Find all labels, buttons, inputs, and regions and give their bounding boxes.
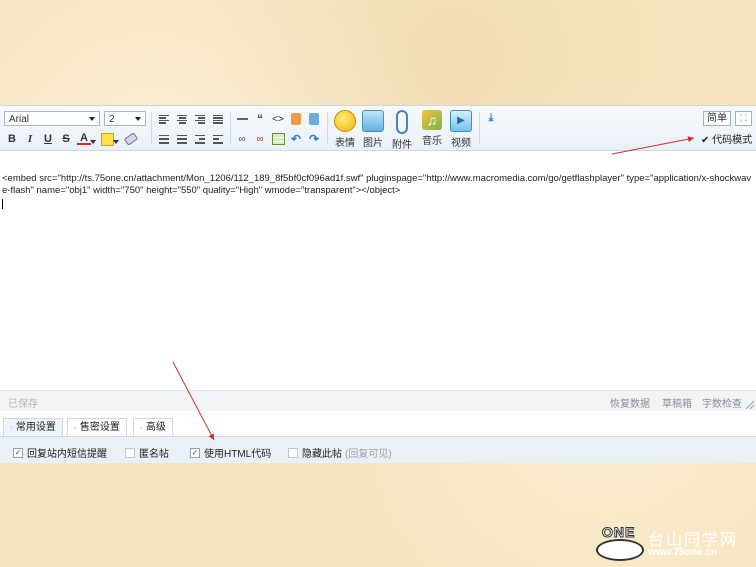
emoticon-button[interactable]: 表情 xyxy=(331,110,359,149)
link-icon[interactable]: ∞ xyxy=(235,132,249,146)
unlink-icon[interactable]: ∞ xyxy=(253,132,267,146)
paperclip-icon xyxy=(396,110,408,134)
background-color-dropdown-icon[interactable] xyxy=(113,135,119,149)
option-hide-post[interactable]: 隐藏此帖 (回复可见) xyxy=(288,445,392,460)
editor-code-text: <embed src="http://ts.75one.cn/attachmen… xyxy=(2,173,752,196)
image-label: 图片 xyxy=(363,138,383,149)
tab-advanced-label: 高级 xyxy=(145,422,166,433)
tab-sale-settings[interactable]: ◦ 售密设置 xyxy=(67,418,127,437)
tab-common-settings[interactable]: ◦ 常用设置 xyxy=(3,418,63,437)
align-left-icon[interactable] xyxy=(157,112,171,126)
draft-box-link[interactable]: 草稿箱 xyxy=(662,395,692,410)
site-url-text: www.75one.cn xyxy=(648,547,718,558)
simple-mode-button[interactable]: 简单 xyxy=(703,111,731,126)
eraser-icon[interactable] xyxy=(123,132,139,146)
image-icon xyxy=(362,110,384,132)
globe-icon xyxy=(596,539,644,561)
outdent-icon[interactable] xyxy=(193,132,207,146)
redo-icon[interactable]: ↷ xyxy=(307,132,321,146)
saved-status: 已保存 xyxy=(8,399,38,410)
editor-statusbar: 已保存 恢复数据 草稿箱 字数检查 xyxy=(0,390,756,411)
reply-notify-label: 回复站内短信提醒 xyxy=(27,449,107,460)
video-label: 视频 xyxy=(451,138,471,149)
font-color-icon[interactable]: A xyxy=(77,132,91,145)
quote-icon[interactable]: “ xyxy=(253,112,267,126)
image-button[interactable]: 图片 xyxy=(359,110,387,149)
site-watermark-logo: ONE 台山同学网 www.75one.cn xyxy=(596,523,756,563)
attachment-label: 附件 xyxy=(392,140,412,151)
align-right-icon[interactable] xyxy=(193,112,207,126)
undo-icon[interactable]: ↶ xyxy=(289,132,303,146)
text-caret xyxy=(2,199,3,209)
ordered-list-icon[interactable] xyxy=(157,132,171,146)
option-use-html[interactable]: ✓ 使用HTML代码 xyxy=(190,445,271,460)
font-size-value: 2 xyxy=(109,114,115,125)
music-icon: ♫ xyxy=(422,110,442,130)
paste-word-icon[interactable] xyxy=(289,112,303,126)
resize-handle-icon[interactable] xyxy=(746,401,754,409)
settings-tabs: ◦ 常用设置 ◦ 售密设置 ◦ 高级 xyxy=(0,411,756,437)
horizontal-rule-icon[interactable] xyxy=(235,112,249,126)
underline-icon[interactable]: U xyxy=(41,132,55,146)
font-size-select[interactable]: 2 xyxy=(104,111,146,126)
video-icon: ▶ xyxy=(450,110,472,132)
indent-icon[interactable] xyxy=(211,132,225,146)
insert-more-icon[interactable]: ⤓ xyxy=(484,111,498,125)
tab-sale-label: 售密设置 xyxy=(79,422,120,433)
smiley-icon xyxy=(334,110,356,132)
code-icon[interactable]: <> xyxy=(271,112,285,126)
tab-advanced[interactable]: ◦ 高级 xyxy=(133,418,173,437)
anonymous-checkbox[interactable] xyxy=(125,447,135,458)
background-color-icon[interactable] xyxy=(100,132,114,146)
hide-post-note: (回复可见) xyxy=(345,449,392,460)
code-mode-label: 代码模式 xyxy=(712,135,753,146)
fullscreen-icon[interactable]: ⛶ xyxy=(735,111,752,126)
restore-data-link[interactable]: 恢复数据 xyxy=(610,395,650,410)
post-editor: Arial 2 “ <> B I U S A ∞ ∞ ↶ ↷ 表情 图片 附件 … xyxy=(0,105,756,413)
tab-common-label: 常用设置 xyxy=(15,422,56,433)
italic-icon[interactable]: I xyxy=(23,132,37,146)
use-html-label: 使用HTML代码 xyxy=(204,449,272,460)
align-justify-icon[interactable] xyxy=(211,112,225,126)
option-reply-notify[interactable]: ✓ 回复站内短信提醒 xyxy=(13,445,107,460)
anonymous-label: 匿名帖 xyxy=(139,449,169,460)
unordered-list-icon[interactable] xyxy=(175,132,189,146)
editor-content[interactable]: <embed src="http://ts.75one.cn/attachmen… xyxy=(2,173,754,209)
post-options: ✓ 回复站内短信提醒 匿名帖 ✓ 使用HTML代码 隐藏此帖 (回复可见) xyxy=(0,436,756,463)
logo-one-text: ONE xyxy=(601,524,636,541)
font-family-select[interactable]: Arial xyxy=(4,111,100,126)
hide-post-checkbox[interactable] xyxy=(288,447,298,458)
table-icon[interactable] xyxy=(271,132,285,146)
code-mode-check-icon: ✔ xyxy=(701,135,710,146)
music-label: 音乐 xyxy=(422,136,442,147)
editor-toolbar: Arial 2 “ <> B I U S A ∞ ∞ ↶ ↷ 表情 图片 附件 … xyxy=(0,106,756,151)
code-mode-toggle[interactable]: ✔ 代码模式 xyxy=(701,131,752,146)
reply-notify-checkbox[interactable]: ✓ xyxy=(13,447,23,458)
video-button[interactable]: ▶ 视频 xyxy=(447,110,475,149)
strikethrough-icon[interactable]: S xyxy=(59,132,73,146)
hide-post-label: 隐藏此帖 xyxy=(302,449,342,460)
bold-icon[interactable]: B xyxy=(5,132,19,146)
attachment-button[interactable]: 附件 xyxy=(388,110,416,151)
font-color-dropdown-icon[interactable] xyxy=(90,135,96,149)
paste-text-icon[interactable] xyxy=(307,112,321,126)
emoticon-label: 表情 xyxy=(335,138,355,149)
align-center-icon[interactable] xyxy=(175,112,189,126)
font-family-value: Arial xyxy=(9,114,30,125)
word-count-link[interactable]: 字数检查 xyxy=(702,395,742,410)
option-anonymous[interactable]: 匿名帖 xyxy=(125,445,169,460)
music-button[interactable]: ♫ 音乐 xyxy=(418,110,446,147)
use-html-checkbox[interactable]: ✓ xyxy=(190,447,200,458)
